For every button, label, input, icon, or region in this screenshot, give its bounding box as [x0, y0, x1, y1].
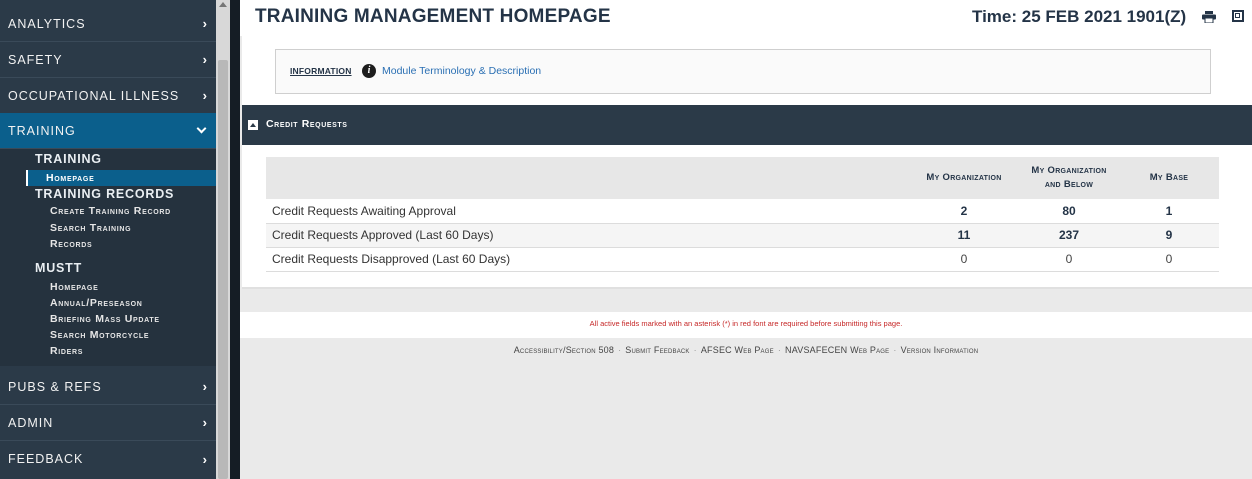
- submenu-heading-training: TRAINING: [35, 152, 102, 166]
- sidebar-item-pubs-refs[interactable]: PUBS & REFS ›: [0, 369, 216, 405]
- sidebar-item-label: SAFETY: [8, 52, 63, 67]
- submenu-item-search-motorcycle-riders[interactable]: Search Motorcycle: [50, 329, 149, 341]
- submenu-item-mustt-homepage[interactable]: Homepage: [50, 281, 98, 293]
- sidebar-item-safety[interactable]: SAFETY ›: [0, 42, 216, 78]
- footer-separator: ·: [893, 345, 897, 355]
- main-content: TRAINING MANAGEMENT HOMEPAGE Time: 25 FE…: [240, 0, 1252, 479]
- sidebar-item-admin[interactable]: ADMIN ›: [0, 405, 216, 441]
- my-base-count: 0: [1119, 247, 1219, 272]
- chevron-right-icon: ›: [202, 16, 208, 31]
- my-organization-count[interactable]: 11: [909, 223, 1019, 248]
- top-bar: TRAINING MANAGEMENT HOMEPAGE Time: 25 FE…: [240, 0, 1252, 36]
- page-title: TRAINING MANAGEMENT HOMEPAGE: [255, 6, 611, 27]
- print-icon[interactable]: [1202, 11, 1216, 23]
- sidebar-item-label: ADMIN: [8, 415, 54, 430]
- table-header-blank: [266, 157, 909, 199]
- time-display: Time: 25 FEB 2021 1901(Z): [972, 7, 1187, 26]
- scroll-up-arrow-icon[interactable]: [219, 2, 227, 7]
- submenu-item-search-motorcycle-riders-line2[interactable]: Riders: [50, 345, 83, 357]
- row-label: Credit Requests Approved (Last 60 Days): [266, 223, 909, 248]
- column-header-label: and Below: [1044, 179, 1094, 190]
- my-organization-count[interactable]: 2: [909, 199, 1019, 224]
- information-label: INFORMATION: [290, 66, 352, 76]
- chevron-right-icon: ›: [202, 52, 208, 67]
- footer-links: Accessibility/Section 508 · Submit Feedbac…: [240, 340, 1252, 362]
- sidebar-item-label: OCCUPATIONAL ILLNESS: [8, 88, 180, 103]
- sidebar-item-label: PUBS & REFS: [8, 379, 102, 394]
- submenu-item-search-training-records[interactable]: Search Training: [50, 222, 131, 234]
- footer-link-version-information[interactable]: Version Information: [901, 345, 979, 355]
- sidebar-item-label: FEEDBACK: [8, 452, 84, 466]
- panel-bottom-border: [242, 287, 1252, 289]
- sidebar-item-feedback[interactable]: FEEDBACK ›: [0, 441, 216, 477]
- column-header-my-base: My Base: [1119, 157, 1219, 199]
- sidebar-item-label: ANALYTICS: [8, 16, 86, 31]
- my-organization-and-below-count[interactable]: 237: [1019, 223, 1119, 248]
- sidebar-item-training[interactable]: TRAINING: [0, 113, 216, 149]
- my-organization-and-below-count[interactable]: 80: [1019, 199, 1119, 224]
- chevron-right-icon: ›: [202, 379, 208, 394]
- footer-link-afsec[interactable]: AFSEC Web Page: [701, 345, 774, 355]
- sidebar-scrollbar[interactable]: [216, 0, 230, 479]
- app-window: ANALYTICS › SAFETY › OCCUPATIONAL ILLNES…: [0, 0, 1252, 479]
- window-restore-icon[interactable]: [1232, 10, 1244, 22]
- sidebar-item-occupational-illness[interactable]: OCCUPATIONAL ILLNESS ›: [0, 78, 216, 114]
- row-label: Credit Requests Awaiting Approval: [266, 199, 909, 224]
- footer-link-accessibility[interactable]: Accessibility/Section 508: [514, 345, 614, 355]
- submenu-item-annual-preseason[interactable]: Annual/Preseason: [50, 297, 143, 309]
- required-fields-note: All active fields marked with an asteris…: [240, 312, 1252, 338]
- chevron-down-icon: [196, 123, 207, 134]
- submenu-item-briefing-mass-update[interactable]: Briefing Mass Update: [50, 313, 160, 325]
- sidebar-divider: [230, 0, 240, 479]
- chevron-right-icon: ›: [202, 88, 208, 103]
- collapse-icon[interactable]: [248, 120, 258, 130]
- footer-link-submit-feedback[interactable]: Submit Feedback: [625, 345, 689, 355]
- info-icon: i: [362, 64, 376, 78]
- sidebar-nav: ANALYTICS › SAFETY › OCCUPATIONAL ILLNES…: [0, 0, 216, 479]
- chevron-right-icon: ›: [202, 415, 208, 430]
- sidebar-item-label: TRAINING: [8, 123, 76, 138]
- submenu-heading-mustt: MUSTT: [35, 261, 83, 275]
- sidebar-item-analytics[interactable]: ANALYTICS ›: [0, 6, 216, 42]
- my-base-count[interactable]: 9: [1119, 223, 1219, 248]
- submenu-item-homepage[interactable]: Homepage: [46, 172, 94, 184]
- footer-separator: ·: [693, 345, 697, 355]
- my-organization-count: 0: [909, 247, 1019, 272]
- panel-title: Credit Requests: [266, 118, 348, 130]
- table-row: Credit Requests Disapproved (Last 60 Day…: [266, 247, 1219, 272]
- column-header-my-organization-and-below: My Organization and Below: [1019, 157, 1119, 199]
- column-header-my-organization: My Organization: [909, 157, 1019, 199]
- my-organization-and-below-count: 0: [1019, 247, 1119, 272]
- chevron-right-icon: ›: [202, 451, 208, 467]
- scroll-thumb[interactable]: [218, 60, 228, 479]
- table-header-row: My Organization My Organization and Below…: [266, 157, 1219, 199]
- table-row: Credit Requests Approved (Last 60 Days) …: [266, 223, 1219, 248]
- column-header-label: My Organization: [926, 172, 1002, 183]
- module-terminology-link[interactable]: Module Terminology & Description: [382, 65, 541, 77]
- column-header-label: My Organization: [1031, 165, 1107, 176]
- footer-separator: ·: [777, 345, 782, 355]
- footer-link-navsafecen[interactable]: NAVSAFECEN Web Page: [785, 345, 889, 355]
- column-header-label: My Base: [1149, 172, 1189, 183]
- table-row: Credit Requests Awaiting Approval 2 80 1: [266, 199, 1219, 224]
- information-box: INFORMATION i Module Terminology & Descr…: [275, 49, 1211, 94]
- submenu-heading-training-records: TRAINING RECORDS: [35, 187, 175, 201]
- credit-requests-table: My Organization My Organization and Below…: [266, 157, 1219, 272]
- row-label: Credit Requests Disapproved (Last 60 Day…: [266, 247, 909, 272]
- content-area: INFORMATION i Module Terminology & Descr…: [242, 36, 1252, 289]
- footer-separator: ·: [618, 345, 622, 355]
- credit-requests-panel-header[interactable]: Credit Requests: [242, 105, 1252, 145]
- submenu-item-search-training-records-line2[interactable]: Records: [50, 238, 92, 250]
- submenu-item-create-training-record[interactable]: Create Training Record: [50, 205, 171, 217]
- my-base-count[interactable]: 1: [1119, 199, 1219, 224]
